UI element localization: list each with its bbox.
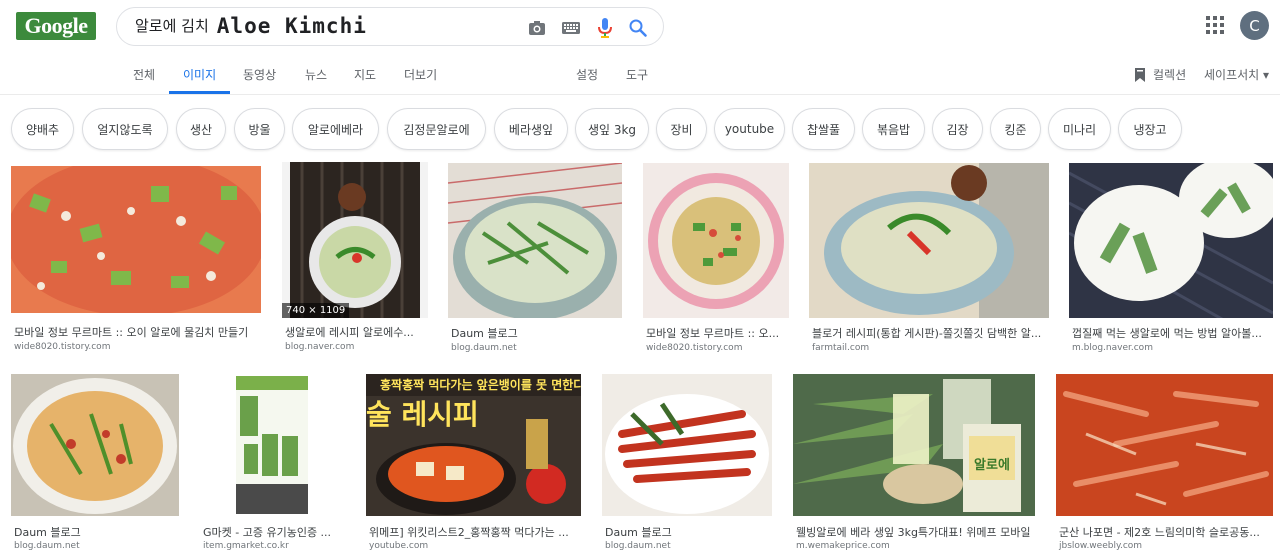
- tab-more[interactable]: 더보기: [404, 66, 437, 83]
- safesearch-dropdown[interactable]: 세이프서치 ▾: [1204, 66, 1269, 83]
- result-thumbnail[interactable]: [11, 374, 179, 516]
- image-result[interactable]: 740 × 1109 생알로에 레시피 알로에수... blog.naver.c…: [282, 162, 428, 356]
- chip[interactable]: 미나리: [1048, 108, 1111, 150]
- bookmark-icon[interactable]: [1134, 67, 1146, 82]
- result-thumbnail[interactable]: [200, 374, 345, 516]
- tab-images[interactable]: 이미지: [183, 66, 216, 83]
- result-title[interactable]: 블로거 레시피(통합 게시판)-쫄깃쫄깃 담백한 알...: [812, 325, 1048, 341]
- chip[interactable]: 생산: [176, 108, 226, 150]
- chip[interactable]: 킹준: [990, 108, 1041, 150]
- result-title[interactable]: 웰빙알로에 베라 생잎 3kg특가대표! 위메프 모바일: [796, 524, 1036, 540]
- chip[interactable]: youtube: [714, 108, 785, 150]
- tab-maps[interactable]: 지도: [354, 66, 376, 83]
- image-result[interactable]: 껍질째 먹는 생알로에 먹는 방법 알아볼... m.blog.naver.co…: [1069, 163, 1273, 356]
- result-thumbnail[interactable]: 알로에: [793, 374, 1035, 516]
- result-site: m.wemakeprice.com: [796, 541, 890, 551]
- chip[interactable]: 생잎 3kg: [575, 108, 649, 150]
- recipe-banner-line2: 술 레시피: [366, 398, 479, 431]
- image-result[interactable]: Daum 블로그 blog.daum.net: [448, 163, 622, 356]
- image-result[interactable]: 홍짝홍짝 먹다가는 앞은뱅이를 못 면한다 술 레시피 위메프] 위킷리스트2_…: [366, 374, 581, 554]
- result-thumbnail[interactable]: [1056, 374, 1273, 516]
- result-title[interactable]: G마켓 - 고증 유기농인증 ...: [203, 524, 341, 540]
- result-site: blog.daum.net: [605, 541, 671, 551]
- result-site: item.gmarket.co.kr: [203, 541, 289, 551]
- result-title[interactable]: Daum 블로그: [14, 524, 178, 540]
- result-title[interactable]: 모바일 정보 무르마트 :: 오이 알로에 물김치 만들기: [14, 324, 261, 340]
- result-site: blog.daum.net: [14, 541, 80, 551]
- result-thumbnail[interactable]: [602, 374, 772, 516]
- result-title[interactable]: 생알로에 레시피 알로에수...: [285, 324, 421, 340]
- image-result[interactable]: Daum 블로그 blog.daum.net: [602, 374, 772, 554]
- result-title[interactable]: 위메프] 위킷리스트2_홍짝홍짝 먹다가는 ...: [369, 524, 577, 540]
- search-input[interactable]: 알로에 김치 Aloe Kimchi: [135, 14, 367, 38]
- result-site: blog.naver.com: [285, 342, 355, 352]
- result-thumbnail[interactable]: [643, 163, 789, 318]
- tab-news[interactable]: 뉴스: [305, 66, 327, 83]
- result-title[interactable]: 모바일 정보 무르마트 :: 오...: [646, 325, 786, 341]
- result-thumbnail[interactable]: [11, 166, 261, 313]
- chip[interactable]: 방울: [234, 108, 285, 150]
- chip[interactable]: 알로에베라: [292, 108, 379, 150]
- image-dimensions-badge: 740 × 1109: [282, 303, 350, 318]
- result-thumbnail[interactable]: [282, 162, 428, 318]
- apps-grid-icon[interactable]: [1206, 16, 1226, 36]
- image-result[interactable]: 알로에 웰빙알로에 베라 생잎 3kg특가대표! 위메프 모바일 m.wemak…: [793, 374, 1035, 554]
- tab-all[interactable]: 전체: [133, 66, 155, 83]
- result-thumbnail[interactable]: [809, 163, 1049, 318]
- package-label: 알로에: [974, 457, 1010, 473]
- chip[interactable]: 김장: [932, 108, 983, 150]
- chip[interactable]: 볶음밥: [862, 108, 925, 150]
- chip[interactable]: 양배추: [11, 108, 74, 150]
- chip[interactable]: 장비: [656, 108, 707, 150]
- image-result[interactable]: 군산 나포면 - 제2호 느림의미학 슬로공동... jbslow.weebly…: [1056, 374, 1273, 554]
- tab-videos[interactable]: 동영상: [243, 66, 276, 83]
- settings-link[interactable]: 설정: [576, 66, 598, 83]
- image-result[interactable]: 모바일 정보 무르마트 :: 오이 알로에 물김치 만들기 wide8020.t…: [11, 166, 261, 356]
- logo-text: Google: [24, 13, 89, 38]
- result-title[interactable]: 군산 나포면 - 제2호 느림의미학 슬로공동...: [1059, 524, 1271, 540]
- result-site: wide8020.tistory.com: [14, 342, 111, 352]
- chip[interactable]: 김정문알로에: [387, 108, 486, 150]
- search-tabs: 전체 이미지 동영상 뉴스 지도 더보기 설정 도구 컬렉션 세이프서치 ▾: [0, 58, 1280, 95]
- result-site: jbslow.weebly.com: [1059, 541, 1143, 551]
- result-site: farmtail.com: [812, 343, 870, 353]
- result-site: m.blog.naver.com: [1072, 343, 1153, 353]
- chip[interactable]: 베라생잎: [494, 108, 568, 150]
- account-avatar[interactable]: C: [1240, 11, 1269, 40]
- result-site: blog.daum.net: [451, 343, 517, 353]
- result-thumbnail[interactable]: 홍짝홍짝 먹다가는 앞은뱅이를 못 면한다 술 레시피: [366, 374, 581, 516]
- microphone-icon[interactable]: [594, 17, 616, 39]
- result-title[interactable]: 껍질째 먹는 생알로에 먹는 방법 알아볼...: [1072, 325, 1270, 341]
- image-result[interactable]: 모바일 정보 무르마트 :: 오... wide8020.tistory.com: [643, 163, 789, 356]
- recipe-banner-line1: 홍짝홍짝 먹다가는 앞은뱅이를 못 면한다: [380, 377, 581, 392]
- search-box[interactable]: 알로에 김치 Aloe Kimchi: [116, 7, 664, 46]
- camera-icon[interactable]: [526, 17, 548, 39]
- active-tab-indicator: [169, 91, 230, 94]
- search-query-korean: 알로에 김치: [135, 17, 209, 35]
- chip[interactable]: 냉장고: [1118, 108, 1182, 150]
- image-result[interactable]: Daum 블로그 blog.daum.net: [11, 374, 179, 554]
- search-query-english: Aloe Kimchi: [216, 14, 367, 38]
- result-thumbnail[interactable]: [1069, 163, 1273, 318]
- tools-link[interactable]: 도구: [626, 66, 648, 83]
- chip[interactable]: 찹쌀풀: [792, 108, 855, 150]
- avatar-letter: C: [1249, 16, 1260, 35]
- result-site: youtube.com: [369, 541, 429, 551]
- collections-link[interactable]: 컬렉션: [1153, 66, 1186, 83]
- result-thumbnail[interactable]: [448, 163, 622, 318]
- image-result[interactable]: G마켓 - 고증 유기농인증 ... item.gmarket.co.kr: [200, 374, 345, 554]
- result-title[interactable]: Daum 블로그: [451, 325, 621, 341]
- search-icon[interactable]: [627, 17, 649, 39]
- result-title[interactable]: Daum 블로그: [605, 524, 771, 540]
- keyboard-icon[interactable]: [560, 17, 582, 39]
- image-result[interactable]: 블로거 레시피(통합 게시판)-쫄깃쫄깃 담백한 알... farmtail.c…: [809, 163, 1049, 356]
- chip[interactable]: 얼지않도록: [82, 108, 168, 150]
- result-site: wide8020.tistory.com: [646, 343, 743, 353]
- google-logo[interactable]: Google: [16, 12, 96, 40]
